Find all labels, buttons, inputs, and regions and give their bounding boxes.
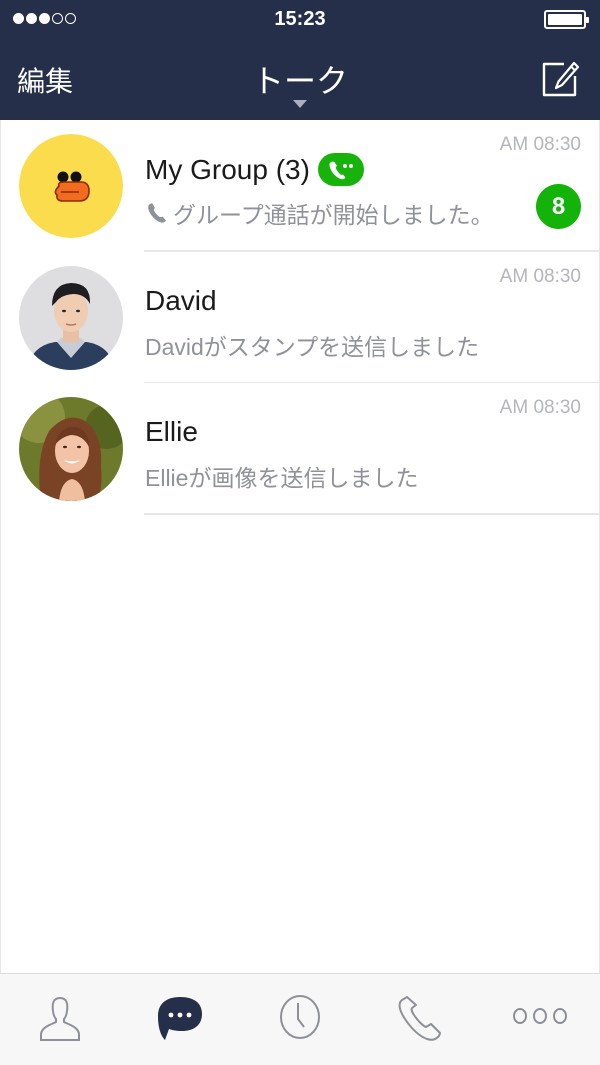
chat-row-my-group[interactable]: My Group (3) グループ通話が開始しました。 AM 08:30 8 [1,120,599,252]
page-title[interactable]: トーク [0,56,600,102]
unread-badge: 8 [536,184,581,229]
chat-time: AM 08:30 [499,134,581,155]
chat-preview-text: Davidがスタンプを送信しました [145,333,480,360]
app-header: 15:23 編集 トーク [0,0,600,120]
chat-name: David [145,285,217,317]
more-icon [513,1008,567,1024]
chat-row-ellie[interactable]: Ellie Ellieが画像を送信しました AM 08:30 [1,383,599,515]
tab-bar [0,973,600,1065]
chat-preview: Ellieが画像を送信しました [145,459,418,493]
friends-icon [40,996,80,1041]
phone-icon [148,203,166,223]
battery-icon [544,10,589,29]
compose-icon [542,61,580,97]
group-call-badge[interactable] [317,153,364,186]
group-call-icon [329,161,353,179]
chat-preview: グループ通話が開始しました。 [145,196,494,230]
battery-nub [586,17,589,23]
tab-calls[interactable] [360,974,480,1065]
row-divider [144,513,599,515]
compose-button[interactable] [540,60,580,98]
chat-preview: Davidがスタンプを送信しました [145,328,479,362]
chats-icon [158,997,202,1040]
chat-time: AM 08:30 [499,265,581,287]
tab-timeline[interactable] [240,974,360,1065]
tab-friends[interactable] [0,974,120,1065]
duck-sticker-avatar [19,134,123,238]
chat-name-text: David [145,284,217,316]
photo-avatar-ellie [19,397,123,501]
chat-preview-text: グループ通話が開始しました。 [173,202,494,228]
chat-name: Ellie [145,416,198,448]
battery-fill [548,14,582,25]
chat-name-text: Ellie [145,416,198,447]
chat-name: My Group (3) [145,153,364,186]
calls-icon [398,996,441,1041]
timeline-icon [280,995,320,1039]
caret-down-icon[interactable] [293,100,307,108]
chat-row-david[interactable]: David Davidがスタンプを送信しました AM 08:30 [1,252,599,383]
status-bar: 15:23 [0,0,600,40]
chat-preview-text: Ellieが画像を送信しました [145,465,419,491]
chat-name-text: My Group (3) [145,153,310,185]
photo-avatar-david [19,265,123,370]
chat-list: My Group (3) グループ通話が開始しました。 AM 08:30 8 D… [0,120,600,973]
tab-chats[interactable] [120,974,240,1065]
chat-time: AM 08:30 [499,397,581,418]
tab-more[interactable] [480,974,600,1065]
status-time: 15:23 [274,8,326,30]
